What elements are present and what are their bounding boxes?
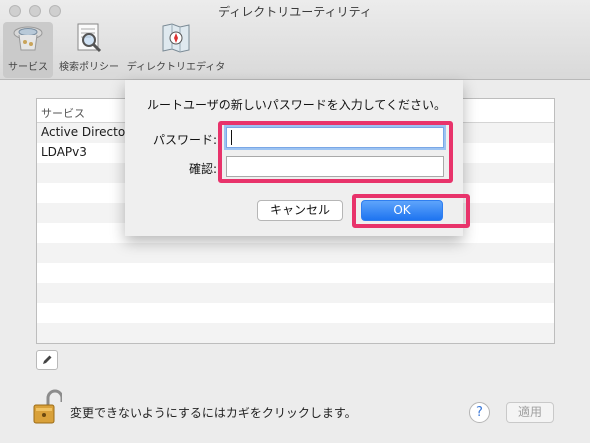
table-row-empty (37, 263, 554, 283)
services-icon (13, 26, 43, 51)
lock-message: 変更できないようにするにはカギをクリックします。 (70, 406, 357, 420)
edit-service-button[interactable] (36, 350, 58, 370)
table-row-empty (37, 283, 554, 303)
toolbar-services-tab[interactable]: サービス (3, 22, 53, 78)
apply-button[interactable]: 適用 (506, 402, 554, 423)
directory-editor-icon (162, 23, 190, 53)
confirm-label: 確認: (188, 162, 217, 176)
table-row-empty (37, 243, 554, 263)
table-row-empty (37, 323, 554, 343)
search-policy-icon (77, 23, 102, 53)
cancel-button[interactable]: キャンセル (257, 200, 343, 221)
dialog-message: ルートユーザの新しいパスワードを入力してください。 (147, 98, 447, 112)
password-label: パスワード: (152, 133, 217, 147)
title-bar: ディレクトリユーティリティ サービス 検索ポリシー ディレクトリエディタ (0, 0, 590, 80)
help-button[interactable]: ? (469, 402, 490, 423)
window-title: ディレクトリユーティリティ (218, 5, 372, 19)
toolbar-directory-editor-label: ディレクトリエディタ (126, 62, 226, 73)
toolbar-directory-editor-tab[interactable]: ディレクトリエディタ (124, 22, 228, 78)
toolbar-search-policy-tab[interactable]: 検索ポリシー (56, 22, 122, 78)
table-row-empty (37, 303, 554, 323)
ok-button-highlight (352, 194, 470, 228)
unlocked-padlock-icon[interactable] (32, 389, 62, 425)
password-fields-highlight (218, 121, 453, 183)
toolbar-services-label: サービス (8, 62, 48, 73)
toolbar-search-policy-label: 検索ポリシー (59, 62, 119, 73)
pencil-icon (43, 355, 52, 364)
